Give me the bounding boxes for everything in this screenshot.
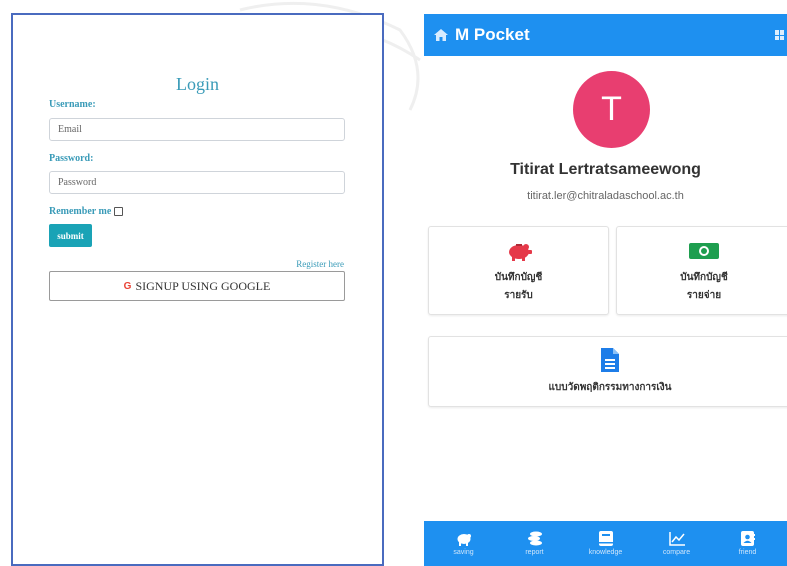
register-link[interactable]: Register here	[296, 259, 344, 269]
submit-button[interactable]: submit	[49, 224, 92, 247]
nav-label-compare: compare	[662, 549, 691, 556]
login-form: Login Username: Password: Remember me su…	[11, 13, 384, 566]
password-input[interactable]	[49, 171, 345, 194]
nav-label-saving: saving	[453, 549, 474, 556]
avatar: T	[573, 71, 650, 148]
chart-line-icon	[668, 531, 685, 546]
password-label: Password:	[49, 153, 94, 164]
money-bill-icon	[689, 239, 719, 263]
expense-record-card[interactable]: บันทึกบัญชี รายจ่าย	[616, 226, 787, 315]
nav-item-compare[interactable]: compare	[647, 531, 707, 556]
grid-menu-icon[interactable]	[775, 30, 785, 40]
username-label: Username:	[49, 99, 96, 110]
remember-me-checkbox[interactable]	[114, 207, 124, 216]
financial-behavior-label: แบบวัดพฤติกรรมทางการเงิน	[548, 382, 672, 393]
nav-label-report: report	[525, 549, 544, 556]
remember-me-row: Remember me	[49, 206, 124, 217]
nav-item-report[interactable]: report	[505, 531, 565, 556]
income-card-line2: รายรับ	[504, 290, 533, 301]
bottom-nav: saving report knowledge compare friend	[424, 521, 787, 566]
nav-item-knowledge[interactable]: knowledge	[576, 531, 636, 556]
nav-label-friend: friend	[738, 549, 757, 556]
remember-me-label: Remember me	[49, 206, 112, 217]
coins-icon	[527, 531, 543, 546]
book-icon	[598, 531, 614, 546]
document-icon	[601, 347, 619, 373]
expense-card-line2: รายจ่าย	[686, 290, 722, 301]
profile-name: Titirat Lertratsameewong	[510, 161, 701, 178]
home-icon[interactable]	[434, 29, 448, 41]
financial-behavior-card[interactable]: แบบวัดพฤติกรรมทางการเงิน	[428, 336, 787, 407]
income-card-line1: บันทึกบัญชี	[494, 272, 543, 283]
profile-email: titirat.ler@chitraladaschool.ac.th	[527, 190, 684, 202]
income-record-card[interactable]: บันทึกบัญชี รายรับ	[428, 226, 609, 315]
piggy-bank-icon	[456, 531, 472, 546]
google-signup-button[interactable]: G SIGNUP USING GOOGLE	[49, 271, 345, 301]
app-title: M Pocket	[455, 25, 530, 44]
expense-card-line1: บันทึกบัญชี	[680, 272, 728, 283]
nav-item-saving[interactable]: saving	[434, 531, 494, 556]
m-pocket-app: M Pocket T Titirat Lertratsameewong titi…	[424, 14, 787, 566]
nav-label-knowledge: knowledge	[588, 549, 623, 556]
google-signup-label: SIGNUP USING GOOGLE	[135, 278, 271, 293]
nav-item-friend[interactable]: friend	[718, 531, 778, 556]
google-icon: G	[123, 280, 132, 292]
address-book-icon	[740, 531, 756, 546]
piggy-bank-icon	[506, 239, 532, 263]
login-title: Login	[176, 74, 219, 94]
username-input[interactable]	[49, 118, 345, 141]
app-header: M Pocket	[424, 14, 787, 56]
